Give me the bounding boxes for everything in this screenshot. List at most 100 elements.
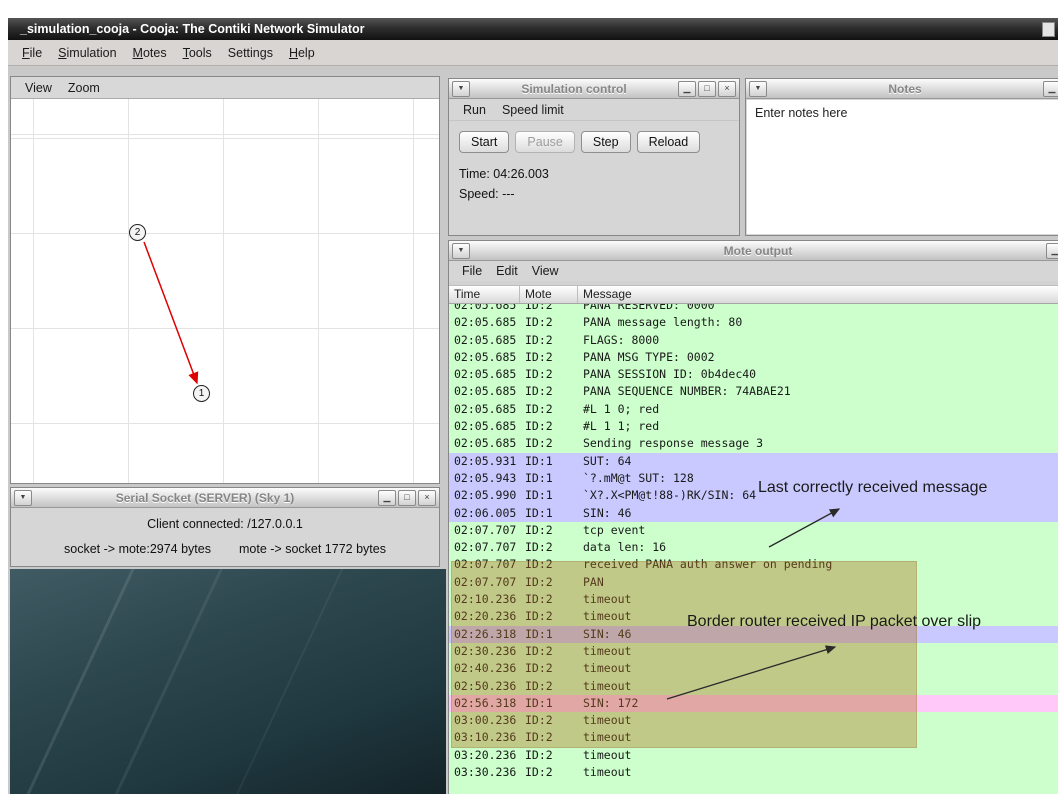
table-row[interactable]: 02:05.931 ID:1 SUT: 64: [449, 452, 1058, 470]
minimize-button[interactable]: ▁: [1046, 242, 1058, 259]
row-mote: ID:2: [525, 419, 553, 434]
simulation-menu-item[interactable]: Run: [455, 101, 494, 119]
menubar-item[interactable]: Motes: [125, 43, 175, 63]
menubar-item[interactable]: Simulation: [50, 43, 124, 63]
row-mote: ID:1: [525, 488, 553, 503]
table-row[interactable]: 02:05.685 ID:2 #L 1 1; red: [449, 418, 1058, 436]
mote-2[interactable]: 2: [129, 224, 146, 241]
network-menu-item[interactable]: View: [17, 79, 60, 97]
table-row[interactable]: 02:05.685 ID:2 PANA SEQUENCE NUMBER: 74A…: [449, 383, 1058, 401]
row-time: 02:05.685: [454, 419, 517, 434]
table-row[interactable]: 02:05.685 ID:2 PANA SESSION ID: 0b4dec40: [449, 366, 1058, 384]
simulation-button[interactable]: Reload: [636, 131, 701, 153]
minimize-button[interactable]: ▁: [678, 80, 696, 97]
row-mote: ID:2: [525, 367, 553, 382]
window-menu-button[interactable]: ▼: [452, 242, 470, 259]
row-message: PANA SESSION ID: 0b4dec40: [583, 367, 757, 382]
window-titlebar[interactable]: ▼ Notes ▁ □ ×: [746, 79, 1058, 99]
row-time: 02:05.685: [454, 367, 517, 382]
row-mote: ID:2: [525, 765, 553, 780]
network-canvas[interactable]: 2 1: [11, 99, 439, 483]
row-mote: ID:1: [525, 453, 553, 468]
table-row[interactable]: 02:07.707 ID:2 tcp event: [449, 521, 1058, 540]
table-row[interactable]: 02:05.685 ID:2 Sending response message …: [449, 435, 1058, 453]
table-row[interactable]: 03:20.236 ID:2 timeout: [449, 746, 1058, 765]
menubar-item[interactable]: Help: [281, 43, 323, 63]
row-time: 02:05.685: [454, 384, 517, 399]
annotation-border-router: Border router received IP packet over sl…: [687, 613, 982, 630]
column-time[interactable]: Time: [449, 286, 520, 303]
row-time: 02:07.707: [454, 522, 517, 537]
simulation-time: Time: 04:26.003: [459, 167, 549, 181]
row-time: 02:05.685: [454, 401, 517, 416]
maximize-button[interactable]: □: [398, 489, 416, 506]
row-time: 03:20.236: [454, 747, 517, 762]
row-message: SIN: 46: [583, 505, 632, 520]
row-message: timeout: [583, 747, 632, 762]
desktop-area: View Zoom 2 1 ▼ Simulation control ▁ □ ×…: [8, 66, 1058, 794]
simulation-control-menubar: Run Speed limit: [449, 99, 739, 121]
menubar-item[interactable]: Settings: [220, 43, 281, 63]
row-mote: ID:2: [525, 384, 553, 399]
mote-1[interactable]: 1: [193, 385, 210, 402]
row-message: FLAGS: 8000: [583, 332, 660, 347]
row-time: 02:05.943: [454, 470, 517, 485]
close-button[interactable]: ×: [418, 489, 436, 506]
row-message: data len: 16: [583, 540, 667, 555]
network-menubar: View Zoom: [11, 77, 439, 99]
table-row[interactable]: 02:05.685 ID:2 PANA message length: 80: [449, 314, 1058, 332]
close-button[interactable]: ×: [718, 80, 736, 97]
mote-output-menu-item[interactable]: File: [455, 262, 489, 280]
menubar-item[interactable]: File: [14, 43, 50, 63]
radio-link-arrow: [143, 241, 199, 385]
window-menu-button[interactable]: ▼: [749, 80, 767, 97]
simulation-control-window: ▼ Simulation control ▁ □ × Run Speed limi…: [448, 78, 740, 236]
window-menu-button[interactable]: ▼: [14, 489, 32, 506]
minimize-button[interactable]: ▁: [1043, 80, 1058, 97]
row-message: SUT: 64: [583, 453, 632, 468]
window-titlebar[interactable]: ▼ Mote output ▁ □ ×: [449, 241, 1058, 261]
row-mote: ID:2: [525, 349, 553, 364]
annotation-last-received: Last correctly received message: [758, 479, 988, 496]
window-title: Mote output: [723, 243, 793, 258]
row-message: PANA SEQUENCE NUMBER: 74ABAE21: [583, 384, 791, 399]
column-message[interactable]: Message: [578, 286, 1058, 303]
mote-output-menu-item[interactable]: Edit: [489, 262, 525, 280]
row-message: PANA message length: 80: [583, 315, 743, 330]
titlebar-control-partial[interactable]: [1042, 22, 1055, 37]
window-titlebar[interactable]: ▼ Simulation control ▁ □ ×: [449, 79, 739, 99]
window-menu-button[interactable]: ▼: [452, 80, 470, 97]
simulation-button[interactable]: Start: [459, 131, 510, 153]
mote-to-socket-bytes: mote -> socket 1772 bytes: [239, 542, 386, 556]
titlebar[interactable]: _simulation_cooja - Cooja: The Contiki N…: [8, 18, 1058, 40]
menubar-item[interactable]: Tools: [175, 43, 220, 63]
row-time: 02:05.685: [454, 332, 517, 347]
network-menu-item[interactable]: Zoom: [60, 79, 108, 97]
window-titlebar[interactable]: ▼ Serial Socket (SERVER) (Sky 1) ▁ □ ×: [11, 488, 439, 508]
row-time: 02:05.931: [454, 453, 517, 468]
row-mote: ID:2: [525, 540, 553, 555]
row-mote: ID:2: [525, 401, 553, 416]
row-time: 02:07.707: [454, 540, 517, 555]
simulation-button[interactable]: Step: [580, 131, 631, 153]
notes-editor[interactable]: Enter notes here: [747, 100, 1058, 234]
table-row[interactable]: 02:06.005 ID:1 SIN: 46: [449, 504, 1058, 522]
table-row[interactable]: 02:05.685 ID:2 #L 1 0; red: [449, 400, 1058, 419]
simulation-menu-item[interactable]: Speed limit: [494, 101, 572, 119]
maximize-button[interactable]: □: [698, 80, 716, 97]
row-mote: ID:1: [525, 505, 553, 520]
table-row[interactable]: 02:05.685 ID:2 FLAGS: 8000: [449, 331, 1058, 349]
row-message: timeout: [583, 765, 632, 780]
row-message: tcp event: [583, 522, 646, 537]
row-time: 02:05.685: [454, 315, 517, 330]
table-row[interactable]: 03:30.236 ID:2 timeout: [449, 764, 1058, 782]
minimize-button[interactable]: ▁: [378, 489, 396, 506]
column-mote[interactable]: Mote: [520, 286, 578, 303]
table-row[interactable]: 02:05.685 ID:2 PANA MSG TYPE: 0002: [449, 348, 1058, 367]
table-row[interactable]: 02:07.707 ID:2 data len: 16: [449, 539, 1058, 557]
serial-socket-window: ▼ Serial Socket (SERVER) (Sky 1) ▁ □ × C…: [10, 487, 440, 567]
notes-window: ▼ Notes ▁ □ × Enter notes here: [745, 78, 1058, 236]
row-message: Sending response message 3: [583, 436, 764, 451]
mote-output-menu-item[interactable]: View: [525, 262, 566, 280]
simulation-button[interactable]: Pause: [515, 131, 575, 153]
